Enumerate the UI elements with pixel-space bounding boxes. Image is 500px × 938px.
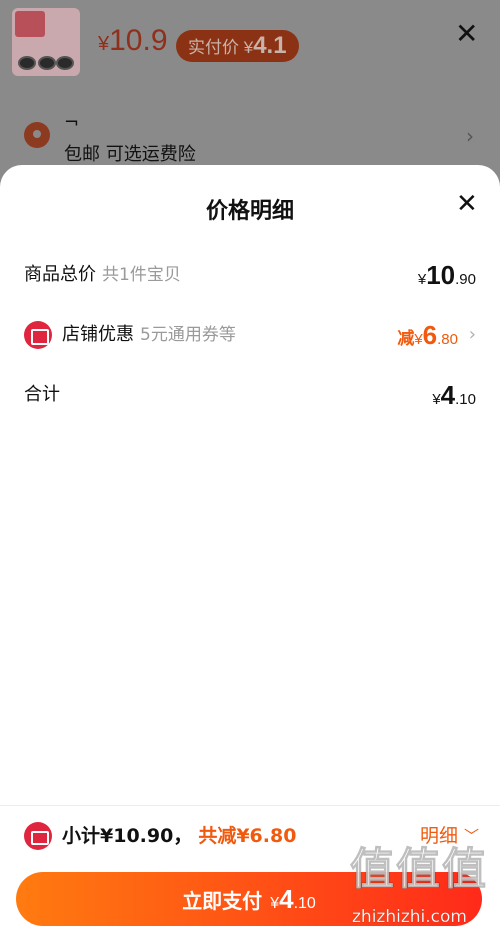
total-price-row: 商品总价 共1件宝贝 ¥10.90 xyxy=(24,260,476,290)
sum-row: 合计 ¥4.10 xyxy=(24,380,476,410)
row-label: 合计 xyxy=(24,384,60,405)
product-thumbnail xyxy=(12,8,80,76)
saving-text: 共减¥6.80 xyxy=(198,825,297,847)
sheet-title: 价格明细 xyxy=(205,199,294,224)
address-line: ¬ xyxy=(64,112,80,133)
total-price-value: ¥10.90 xyxy=(417,260,476,290)
row-label: 店铺优惠 xyxy=(62,324,134,345)
divider xyxy=(0,805,500,806)
discount-value: 减¥6.80 xyxy=(397,320,458,350)
location-pin-icon xyxy=(24,122,50,148)
chevron-right-icon[interactable]: › xyxy=(469,320,476,350)
coupon-desc: 5元通用券等 xyxy=(140,325,236,345)
coupon-icon xyxy=(24,822,52,850)
close-icon[interactable]: ✕ xyxy=(455,20,478,48)
watermark-url: zhizhizhi.com xyxy=(352,907,467,927)
product-tag-image xyxy=(15,11,45,37)
sum-value: ¥4.10 xyxy=(432,380,476,410)
shop-discount-row[interactable]: 店铺优惠 5元通用券等 减¥6.80 › xyxy=(24,320,476,350)
chevron-right-icon[interactable]: › xyxy=(466,124,474,148)
product-image-item xyxy=(38,56,56,70)
watermark-logo: 值值值 xyxy=(350,844,488,895)
close-icon[interactable]: ✕ xyxy=(456,191,478,217)
row-label: 商品总价 xyxy=(24,264,96,285)
product-image-item xyxy=(18,56,36,70)
price-detail-sheet: 价格明细 ✕ 商品总价 共1件宝贝 ¥10.90 店铺优惠 5元通用券等 减¥6.8… xyxy=(0,165,500,938)
shop-icon xyxy=(24,321,52,349)
subtotal-text: 小计¥10.90， 共减¥6.80 xyxy=(62,825,297,847)
product-image-item xyxy=(56,56,74,70)
paid-price-badge: 实付价 ¥4.1 xyxy=(176,30,299,62)
item-count: 共1件宝贝 xyxy=(102,265,181,285)
product-price: ¥10.9 xyxy=(98,24,168,57)
shipping-info: 包邮 可选运费险 xyxy=(64,144,196,165)
